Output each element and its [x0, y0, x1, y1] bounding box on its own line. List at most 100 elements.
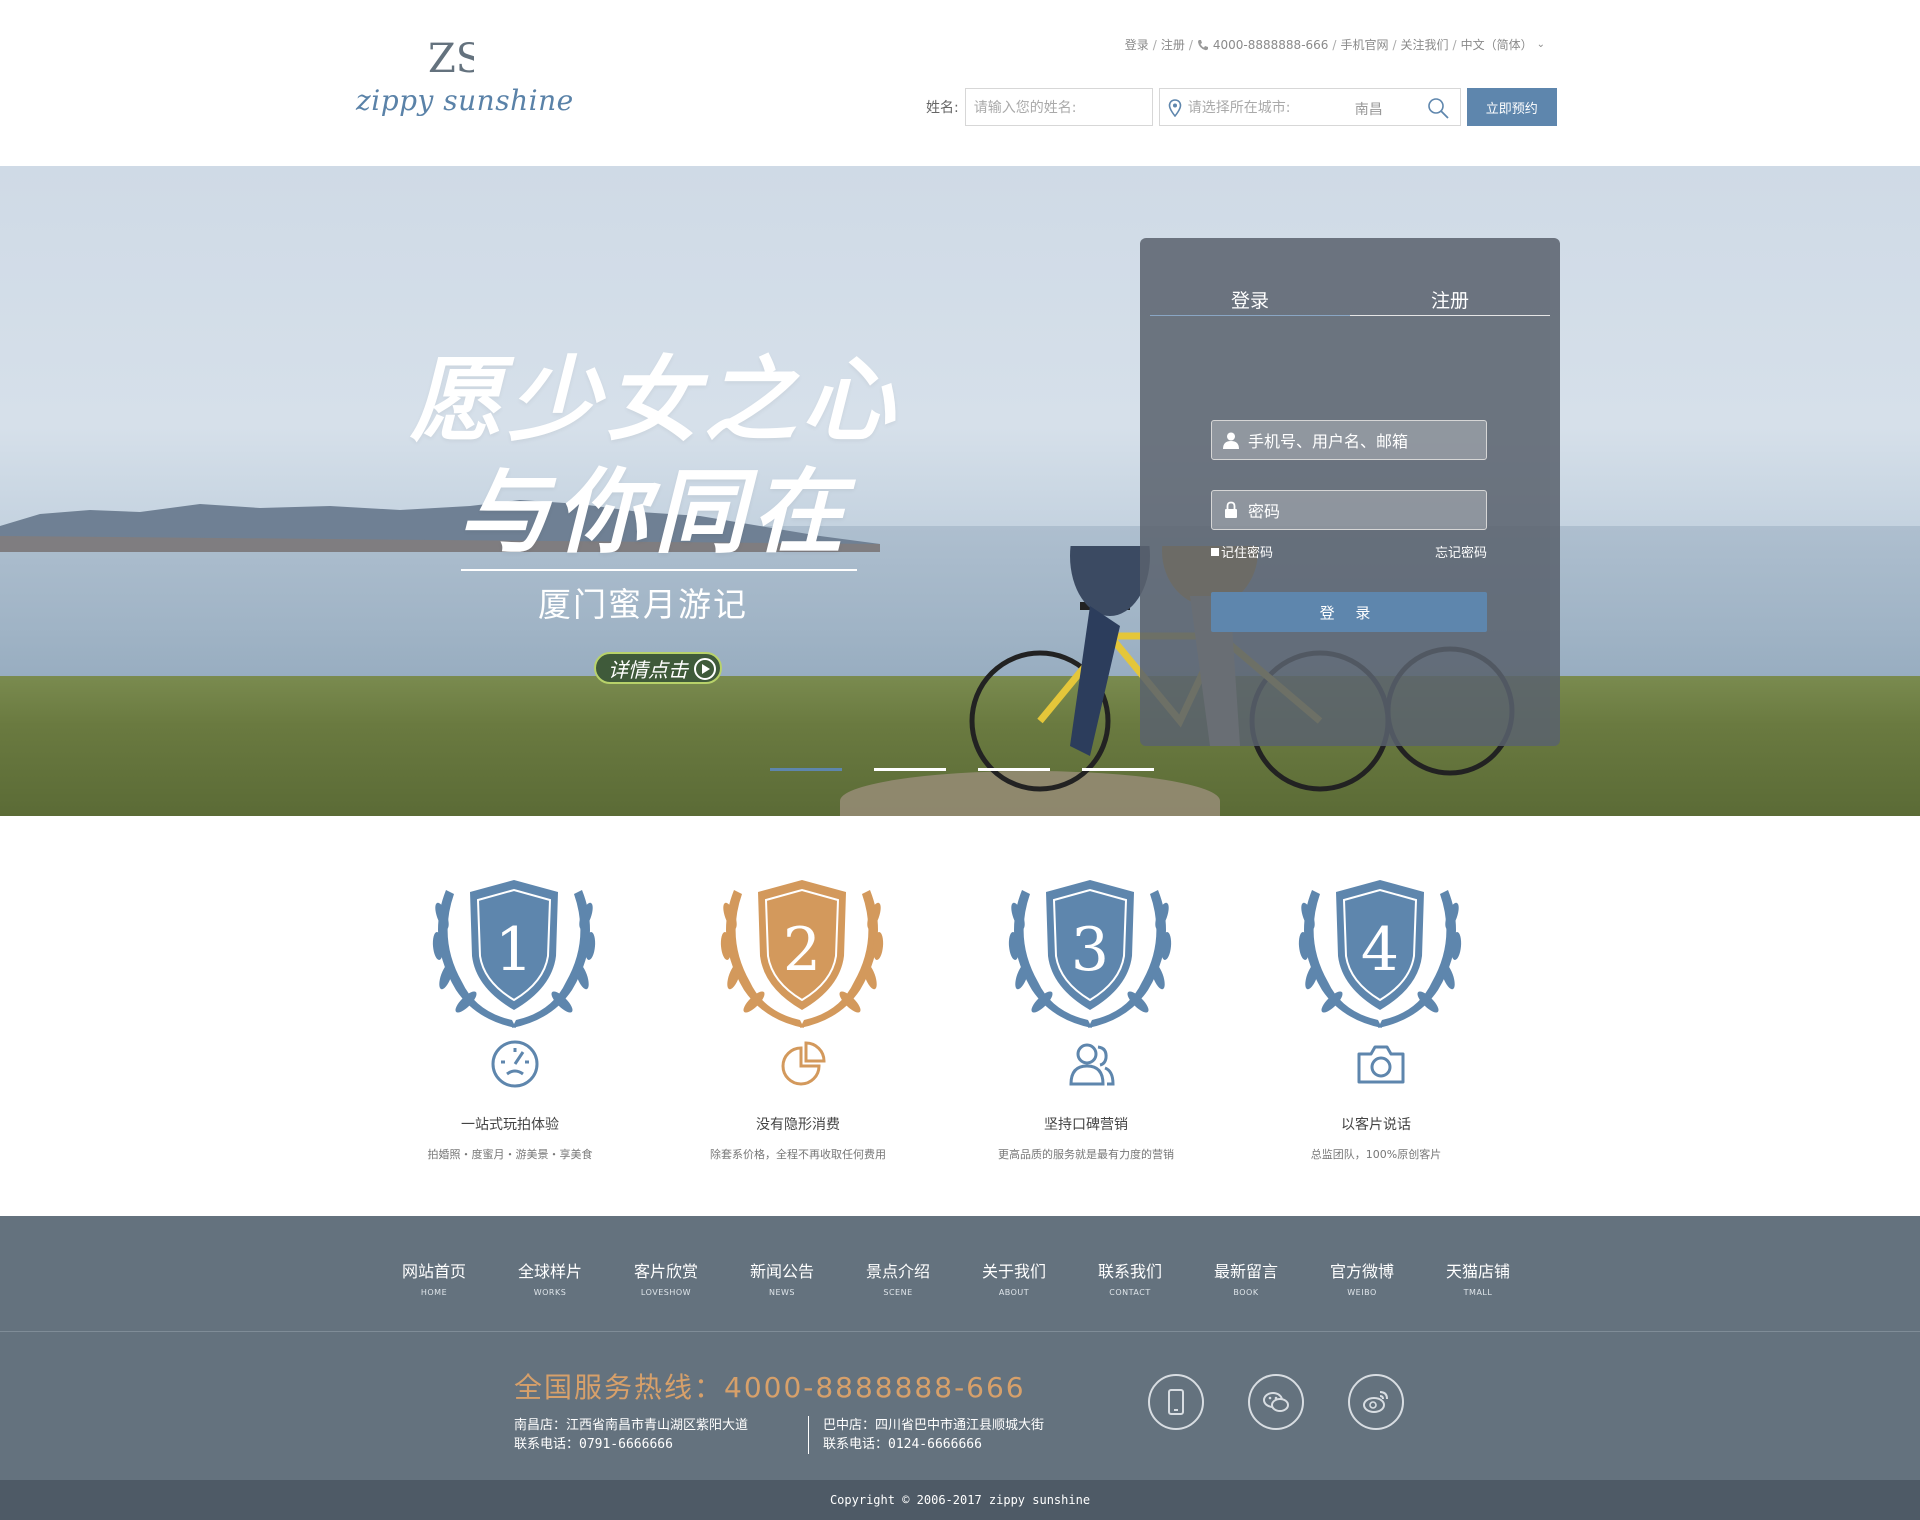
register-link[interactable]: 注册 — [1161, 36, 1185, 53]
store-phone: 联系电话：0791-6666666 — [514, 1437, 673, 1452]
footer-nav-scene[interactable]: 景点介绍 SCENE — [840, 1258, 956, 1297]
nav-label: 网站首页 — [401, 1262, 466, 1281]
details-button[interactable]: 详情点击 — [594, 652, 722, 684]
pie-chart-icon — [781, 1041, 826, 1086]
city-placeholder: 请选择所在城市: — [1187, 100, 1291, 116]
name-input[interactable]: 请输入您的姓名: — [964, 88, 1153, 126]
separator: / — [1332, 37, 1337, 52]
forgot-password-link[interactable]: 忘记密码 — [1435, 542, 1487, 561]
mobile-icon — [1168, 1389, 1184, 1415]
nav-label: 客片欣赏 — [633, 1262, 698, 1281]
remember-label: 记住密码 — [1221, 546, 1274, 561]
laurel-badge-3: 3 — [1008, 880, 1172, 1028]
nav-label: 官方微博 — [1329, 1262, 1394, 1281]
tab-login[interactable]: 登录 — [1150, 286, 1350, 316]
footer-info: 全国服务热线：4000-8888888-666 南昌店：江西省南昌市青山湖区紫阳… — [0, 1332, 1920, 1480]
footer-nav-tmall[interactable]: 天猫店铺 TMALL — [1420, 1258, 1536, 1297]
laurel-badge-2: 2 — [720, 880, 884, 1028]
laurel-badge-4: 4 — [1298, 880, 1462, 1028]
hero-slogan-line2: 与你同在 — [458, 459, 851, 566]
nav-sublabel: BOOK — [1233, 1288, 1259, 1297]
language-select[interactable]: 中文（简体） — [1461, 36, 1533, 53]
nav-sublabel: SCENE — [883, 1288, 913, 1297]
chevron-down-icon: ⌄ — [1536, 39, 1545, 50]
book-now-button[interactable]: 立即预约 — [1466, 88, 1557, 126]
feature-title: 没有隐形消费 — [756, 1117, 840, 1133]
footer-nav-home[interactable]: 网站首页 HOME — [376, 1258, 492, 1297]
copyright-bar: Copyright © 2006-2017 zippy sunshine — [0, 1480, 1920, 1520]
feature-card: 4 以客片说话 总监团队，100%原创客片 — [1256, 870, 1496, 1170]
store-bazhong: 巴中店：四川省巴中市通江县顺城大街 联系电话：0124-6666666 — [808, 1416, 1044, 1454]
user-icon — [1223, 432, 1239, 449]
search-icon[interactable] — [1426, 96, 1450, 120]
store-address: 南昌店：江西省南昌市青山湖区紫阳大道 — [514, 1418, 749, 1433]
login-button[interactable]: 登 录 — [1211, 592, 1487, 632]
footer-nav-loveshow[interactable]: 客片欣赏 LOVESHOW — [608, 1258, 724, 1297]
store-address: 巴中店：四川省巴中市通江县顺城大街 — [823, 1418, 1045, 1433]
speedometer-icon — [491, 1040, 539, 1088]
city-select[interactable]: 请选择所在城市: 南昌 — [1158, 88, 1461, 126]
nav-label: 新闻公告 — [749, 1262, 814, 1281]
site-logo[interactable]: ZS zippy sunshine — [356, 32, 573, 122]
separator: / — [1152, 37, 1157, 52]
slider-dot[interactable] — [978, 768, 1050, 771]
slider-dot[interactable] — [770, 768, 842, 771]
booking-form: 姓名: 请输入您的姓名: 请选择所在城市: 南昌 立即预约 — [926, 88, 1557, 126]
footer-nav-works[interactable]: 全球样片 WORKS — [492, 1258, 608, 1297]
password-input[interactable]: 密码 — [1211, 490, 1487, 530]
slider-dot[interactable] — [874, 768, 946, 771]
separator: / — [1452, 37, 1457, 52]
weibo-button[interactable] — [1348, 1374, 1404, 1430]
feature-title: 一站式玩拍体验 — [461, 1117, 559, 1133]
login-link[interactable]: 登录 — [1125, 36, 1149, 53]
wechat-button[interactable] — [1248, 1374, 1304, 1430]
store-nanchang: 南昌店：江西省南昌市青山湖区紫阳大道 联系电话：0791-6666666 — [514, 1416, 748, 1454]
hotline-link[interactable]: 4000-8888888-666 — [1213, 38, 1329, 52]
nav-sublabel: TMALL — [1463, 1288, 1493, 1297]
lock-icon — [1225, 501, 1237, 518]
login-panel: 登录 注册 手机号、用户名、邮箱 密码 记住密码 忘记密码 登 录 — [1140, 238, 1560, 746]
footer-nav-about[interactable]: 关于我们 ABOUT — [956, 1258, 1072, 1297]
weibo-icon — [1363, 1391, 1388, 1413]
feature-title: 坚持口碑营销 — [1044, 1117, 1128, 1133]
account-placeholder: 手机号、用户名、邮箱 — [1248, 432, 1409, 451]
hero-divider — [461, 569, 857, 571]
feature-subtitle: 更高品质的服务就是最有力度的营销 — [998, 1148, 1174, 1161]
tab-register[interactable]: 注册 — [1350, 286, 1550, 316]
footer-nav-book[interactable]: 最新留言 BOOK — [1188, 1258, 1304, 1297]
svg-text:1: 1 — [495, 915, 533, 985]
top-links: 登录 / 注册 / 4000-8888888-666 / 手机官网 / 关注我们… — [1125, 36, 1545, 53]
nav-sublabel: WORKS — [533, 1288, 567, 1297]
follow-link[interactable]: 关注我们 — [1401, 36, 1449, 53]
remember-checkbox[interactable] — [1211, 547, 1219, 556]
camera-icon — [1357, 1045, 1405, 1084]
remember-password[interactable]: 记住密码 — [1211, 542, 1273, 561]
mobile-site-button[interactable] — [1148, 1374, 1204, 1430]
play-icon — [694, 658, 716, 680]
nav-label: 最新留言 — [1213, 1262, 1278, 1281]
separator: / — [1188, 37, 1193, 52]
feature-title: 以客片说话 — [1341, 1117, 1411, 1133]
nav-label: 天猫店铺 — [1445, 1262, 1510, 1281]
service-hotline: 全国服务热线：4000-8888888-666 — [514, 1371, 1026, 1404]
account-input[interactable]: 手机号、用户名、邮箱 — [1211, 420, 1487, 460]
slider-dots — [770, 768, 1154, 771]
details-button-label: 详情点击 — [608, 657, 688, 682]
nav-label: 景点介绍 — [865, 1262, 930, 1281]
phone-icon — [1197, 39, 1208, 50]
footer-nav-weibo[interactable]: 官方微博 WEIBO — [1304, 1258, 1420, 1297]
name-label: 姓名: — [926, 100, 959, 116]
hero-subtitle: 厦门蜜月游记 — [538, 585, 748, 624]
login-tabs: 登录 注册 — [1150, 286, 1550, 316]
feature-card: 3 坚持口碑营销 更高品质的服务就是最有力度的营销 — [966, 870, 1206, 1170]
slider-dot[interactable] — [1082, 768, 1154, 771]
footer-nav-news[interactable]: 新闻公告 NEWS — [724, 1258, 840, 1297]
mobile-site-link[interactable]: 手机官网 — [1340, 36, 1388, 53]
footer-nav-contact[interactable]: 联系我们 CONTACT — [1072, 1258, 1188, 1297]
nav-sublabel: CONTACT — [1109, 1288, 1151, 1297]
site-header: ZS zippy sunshine 登录 / 注册 / 4000-8888888… — [0, 0, 1920, 166]
footer-nav-items: 网站首页 HOME 全球样片 WORKS 客片欣赏 LOVESHOW 新闻公告 NEWS… — [376, 1258, 1536, 1297]
feature-subtitle: 拍婚照・度蜜月・游美景・享美食 — [427, 1148, 593, 1161]
svg-text:ZS: ZS — [428, 36, 474, 82]
svg-text:2: 2 — [783, 915, 821, 985]
